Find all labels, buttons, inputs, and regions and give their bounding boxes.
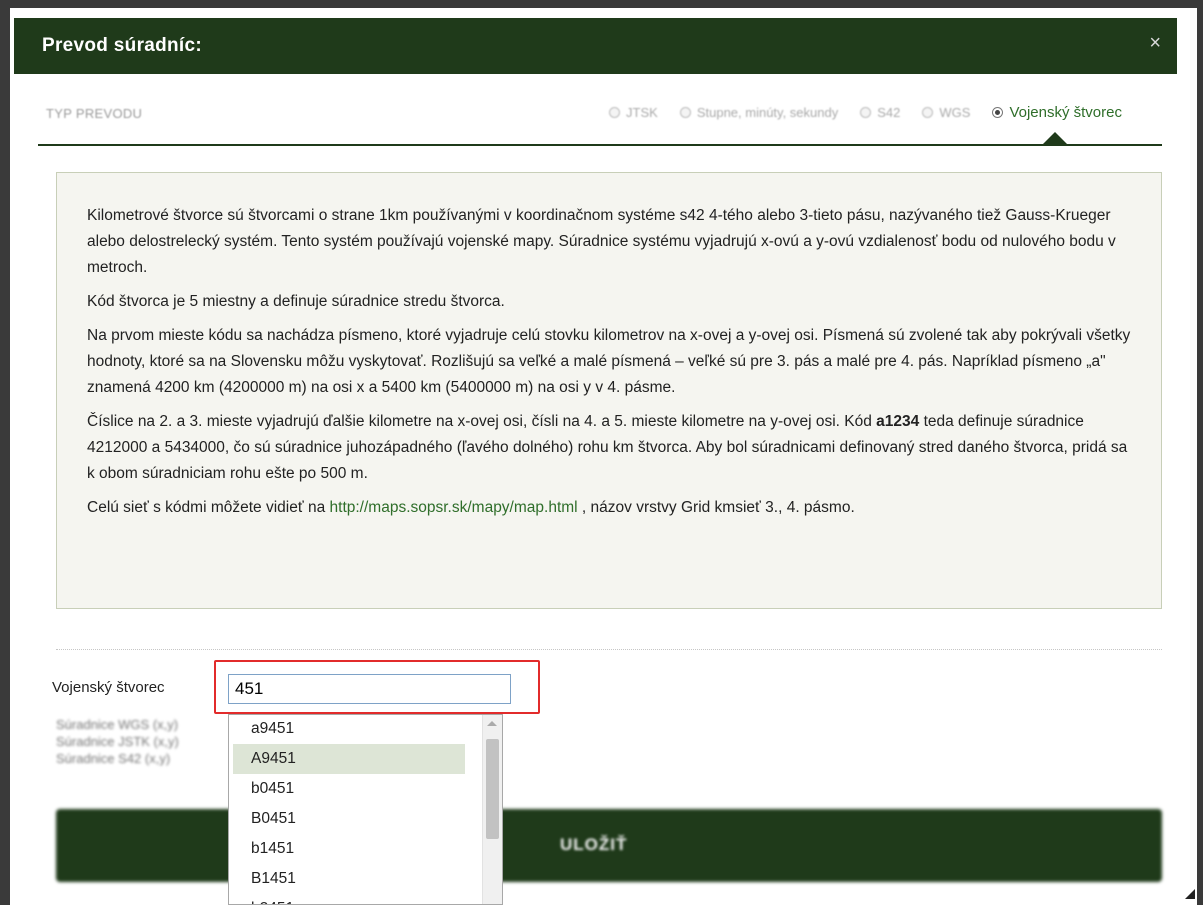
dropdown-option[interactable]: a9451 — [233, 715, 465, 744]
dropdown-option[interactable]: b0451 — [233, 774, 465, 804]
radio-s42[interactable]: S42 — [860, 105, 900, 120]
radio-circle-icon — [679, 107, 691, 118]
military-square-label: Vojenský štvorec — [52, 679, 165, 696]
military-square-input[interactable] — [228, 674, 511, 704]
active-tab-pointer-icon — [1043, 132, 1067, 144]
radio-label: JTSK — [626, 105, 658, 120]
background-window-right — [1197, 0, 1203, 905]
result-s42-label: Súradnice S42 (x,y) — [56, 751, 171, 766]
radio-military-square[interactable]: Vojenský štvorec — [992, 104, 1122, 121]
close-icon[interactable]: × — [1149, 32, 1161, 55]
info-paragraph: Kód štvorca je 5 miestny a definuje súra… — [87, 293, 505, 310]
section-divider — [56, 649, 1162, 650]
example-code: a1234 — [876, 413, 920, 430]
info-panel: Kilometrové štvorce sú štvorcami o stran… — [56, 172, 1162, 609]
dropdown-option[interactable]: b2451 — [233, 894, 465, 904]
dropdown-option-hovered[interactable]: A9451 — [233, 744, 465, 774]
radio-label: Stupne, minúty, sekundy — [696, 105, 839, 120]
background-window-left — [0, 0, 10, 905]
result-coordinates: Súradnice WGS (x,y) Súradnice JSTK (x,y)… — [56, 716, 179, 767]
save-button-label: ULOŽIŤ — [560, 835, 628, 854]
dialog-title: Prevod súradníc: — [42, 35, 203, 56]
radio-wgs[interactable]: WGS — [922, 105, 970, 120]
dropdown-scrollbar[interactable] — [482, 715, 502, 904]
info-text-segment: Číslice na 2. a 3. mieste vyjadrujú ďalš… — [87, 413, 877, 430]
info-text-segment: Celú sieť s kódmi môžete vidieť na — [87, 499, 330, 516]
dropdown-option[interactable]: b1451 — [233, 834, 465, 864]
radio-label: S42 — [877, 105, 901, 120]
radio-circle-icon — [860, 107, 872, 118]
conversion-type-bar: TYP PREVODU JTSK Stupne, minúty, sekundy… — [38, 96, 1162, 146]
conversion-type-label: TYP PREVODU — [46, 106, 143, 121]
radio-dms[interactable]: Stupne, minúty, sekundy — [679, 105, 839, 120]
info-paragraph: Na prvom mieste kódu sa nachádza písmeno… — [87, 327, 1131, 396]
radio-label: Vojenský štvorec — [1009, 104, 1122, 121]
resize-grip-icon[interactable] — [1185, 889, 1195, 899]
radio-circle-icon — [609, 107, 621, 118]
radio-selected-icon — [992, 107, 1004, 118]
info-paragraph: Kilometrové štvorce sú štvorcami o stran… — [87, 207, 1116, 276]
scroll-up-arrow-icon[interactable] — [487, 721, 497, 726]
result-jtsk-label: Súradnice JSTK (x,y) — [56, 734, 179, 749]
radio-label: WGS — [939, 105, 971, 120]
dropdown-option[interactable]: B0451 — [233, 804, 465, 834]
dialog-header: Prevod súradníc: × — [14, 18, 1177, 74]
background-window-top — [0, 0, 1203, 8]
scrollbar-thumb[interactable] — [486, 739, 499, 839]
info-paragraph: Celú sieť s kódmi môžete vidieť na http:… — [87, 495, 1131, 521]
dropdown-option[interactable]: B1451 — [233, 864, 465, 894]
radio-jtsk[interactable]: JTSK — [609, 105, 658, 120]
autocomplete-dropdown[interactable]: a9451 A9451 b0451 B0451 b1451 B1451 b245… — [228, 714, 503, 905]
result-wgs-label: Súradnice WGS (x,y) — [56, 717, 179, 732]
map-link[interactable]: http://maps.sopsr.sk/mapy/map.html — [330, 499, 578, 516]
radio-circle-icon — [922, 107, 934, 118]
conversion-type-radio-group: JTSK Stupne, minúty, sekundy S42 WGS Voj… — [587, 104, 1122, 121]
info-paragraph: Číslice na 2. a 3. mieste vyjadrujú ďalš… — [87, 409, 1131, 487]
info-text-segment: , názov vrstvy Grid kmsieť 3., 4. pásmo. — [577, 499, 855, 516]
